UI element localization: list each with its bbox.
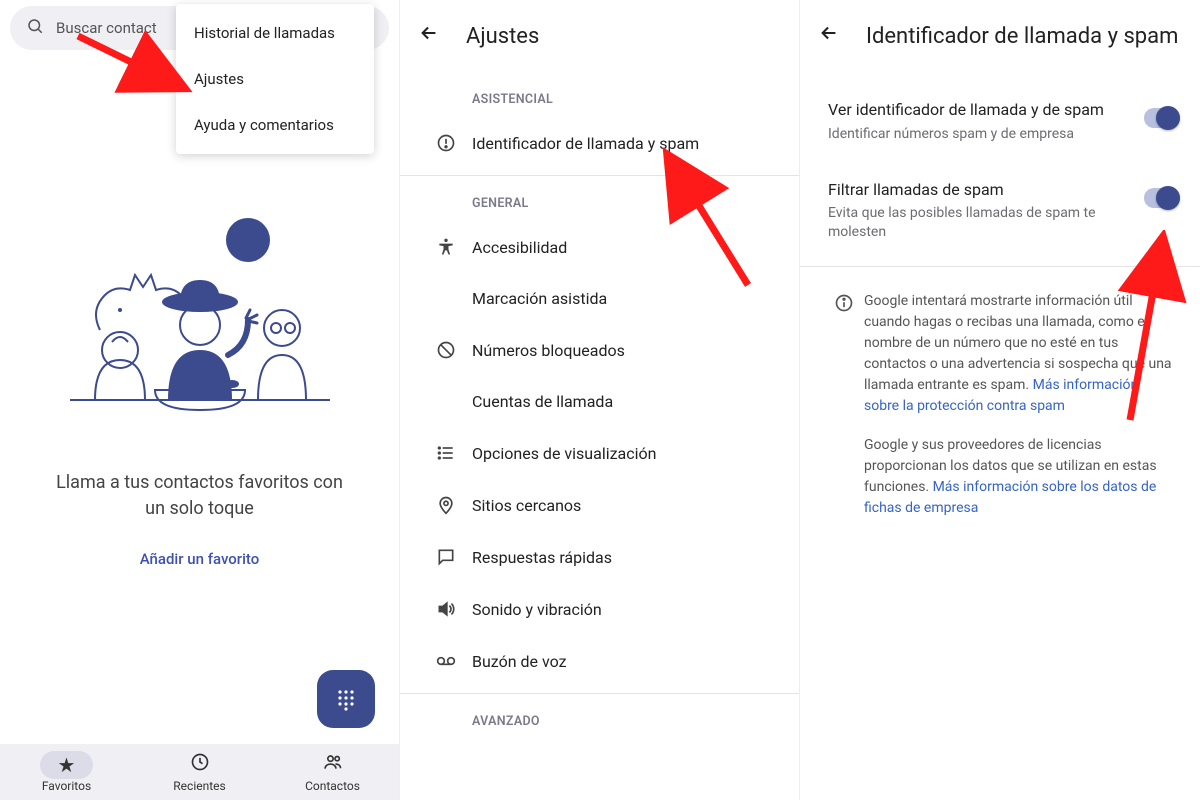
block-icon — [420, 340, 472, 360]
accessibility-icon — [420, 237, 472, 257]
overflow-menu: Historial de llamadas Ajustes Ayuda y co… — [176, 4, 374, 154]
row-caller-id-spam[interactable]: Identificador de llamada y spam — [400, 117, 799, 169]
favorites-empty-message: Llama a tus contactos favoritos con un s… — [50, 470, 349, 522]
bottom-nav: ★ Favoritos Recientes Contactos — [0, 744, 399, 800]
row-label: Buzón de voz — [472, 652, 567, 671]
menu-item-help[interactable]: Ayuda y comentarios — [176, 102, 374, 148]
info-paragraph-1: Google intentará mostrarte información ú… — [864, 291, 1176, 417]
nav-label: Contactos — [305, 779, 360, 793]
nav-recent[interactable]: Recientes — [133, 744, 266, 800]
search-icon — [26, 17, 44, 39]
panel-caller-id-spam: Identificador de llamada y spam Ver iden… — [800, 0, 1200, 800]
divider — [400, 693, 799, 694]
toggle-subtitle: Evita que las posibles llamadas de spam … — [828, 204, 1132, 242]
toggle-filter-spam[interactable]: Filtrar llamadas de spam Evita que las p… — [800, 158, 1200, 257]
row-blocked-numbers[interactable]: Números bloqueados — [400, 324, 799, 376]
row-label: Accesibilidad — [472, 238, 567, 257]
nav-label: Favoritos — [42, 779, 91, 793]
row-calling-accounts[interactable]: Cuentas de llamada — [400, 376, 799, 427]
section-assist: ASISTENCIAL — [400, 78, 799, 117]
row-label: Números bloqueados — [472, 341, 625, 360]
settings-title: Ajustes — [466, 24, 539, 49]
list-icon — [420, 443, 472, 463]
people-icon — [322, 752, 344, 777]
toggle-see-caller-id[interactable]: Ver identificador de llamada y de spam I… — [800, 78, 1200, 158]
menu-item-call-history[interactable]: Historial de llamadas — [176, 10, 374, 56]
callerid-header: Identificador de llamada y spam — [800, 0, 1200, 78]
row-label: Respuestas rápidas — [472, 548, 612, 567]
row-label: Opciones de visualización — [472, 444, 656, 463]
empty-state: Llama a tus contactos favoritos con un s… — [0, 210, 399, 568]
info-block: Google intentará mostrarte información ú… — [800, 273, 1200, 537]
switch-on[interactable] — [1144, 188, 1180, 208]
row-display-options[interactable]: Opciones de visualización — [400, 427, 799, 479]
alert-circle-icon — [420, 133, 472, 153]
voicemail-icon — [420, 651, 472, 671]
row-label: Sitios cercanos — [472, 496, 581, 515]
info-icon — [824, 291, 864, 537]
toggle-title: Filtrar llamadas de spam — [828, 180, 1132, 201]
row-label: Sonido y vibración — [472, 600, 602, 619]
nav-label: Recientes — [173, 779, 225, 793]
clock-icon — [190, 752, 210, 777]
menu-item-settings[interactable]: Ajustes — [176, 56, 374, 102]
nav-contacts[interactable]: Contactos — [266, 744, 399, 800]
row-quick-responses[interactable]: Respuestas rápidas — [400, 531, 799, 583]
row-voicemail[interactable]: Buzón de voz — [400, 635, 799, 687]
row-sound-vibration[interactable]: Sonido y vibración — [400, 583, 799, 635]
volume-icon — [420, 599, 472, 619]
section-general: GENERAL — [400, 182, 799, 221]
divider — [800, 266, 1200, 267]
panel-settings: Ajustes ASISTENCIAL Identificador de lla… — [400, 0, 800, 800]
toggle-title: Ver identificador de llamada y de spam — [828, 100, 1132, 121]
callerid-title: Identificador de llamada y spam — [866, 24, 1178, 49]
switch-on[interactable] — [1144, 108, 1180, 128]
row-assisted-dialing[interactable]: Marcación asistida — [400, 273, 799, 324]
star-icon: ★ — [58, 753, 76, 777]
section-advanced: AVANZADO — [400, 700, 799, 739]
nav-favorites[interactable]: ★ Favoritos — [0, 744, 133, 800]
row-accessibility[interactable]: Accesibilidad — [400, 221, 799, 273]
dialpad-icon — [334, 687, 358, 711]
row-label: Cuentas de llamada — [472, 392, 613, 411]
row-label: Marcación asistida — [472, 289, 607, 308]
add-favorite-button[interactable]: Añadir un favorito — [140, 550, 260, 568]
row-nearby-places[interactable]: Sitios cercanos — [400, 479, 799, 531]
search-placeholder: Buscar contact — [56, 19, 157, 37]
back-icon[interactable] — [818, 22, 840, 50]
panel-favorites: Buscar contact Historial de llamadas Aju… — [0, 0, 400, 800]
dialpad-fab[interactable] — [317, 670, 375, 728]
back-icon[interactable] — [418, 22, 440, 50]
info-paragraph-2: Google y sus proveedores de licencias pr… — [864, 435, 1176, 519]
chat-icon — [420, 547, 472, 567]
divider — [400, 175, 799, 176]
toggle-subtitle: Identificar números spam y de empresa — [828, 125, 1132, 144]
location-icon — [420, 495, 472, 515]
row-label: Identificador de llamada y spam — [472, 134, 699, 153]
settings-header: Ajustes — [400, 0, 799, 78]
favorites-illustration — [50, 210, 350, 450]
